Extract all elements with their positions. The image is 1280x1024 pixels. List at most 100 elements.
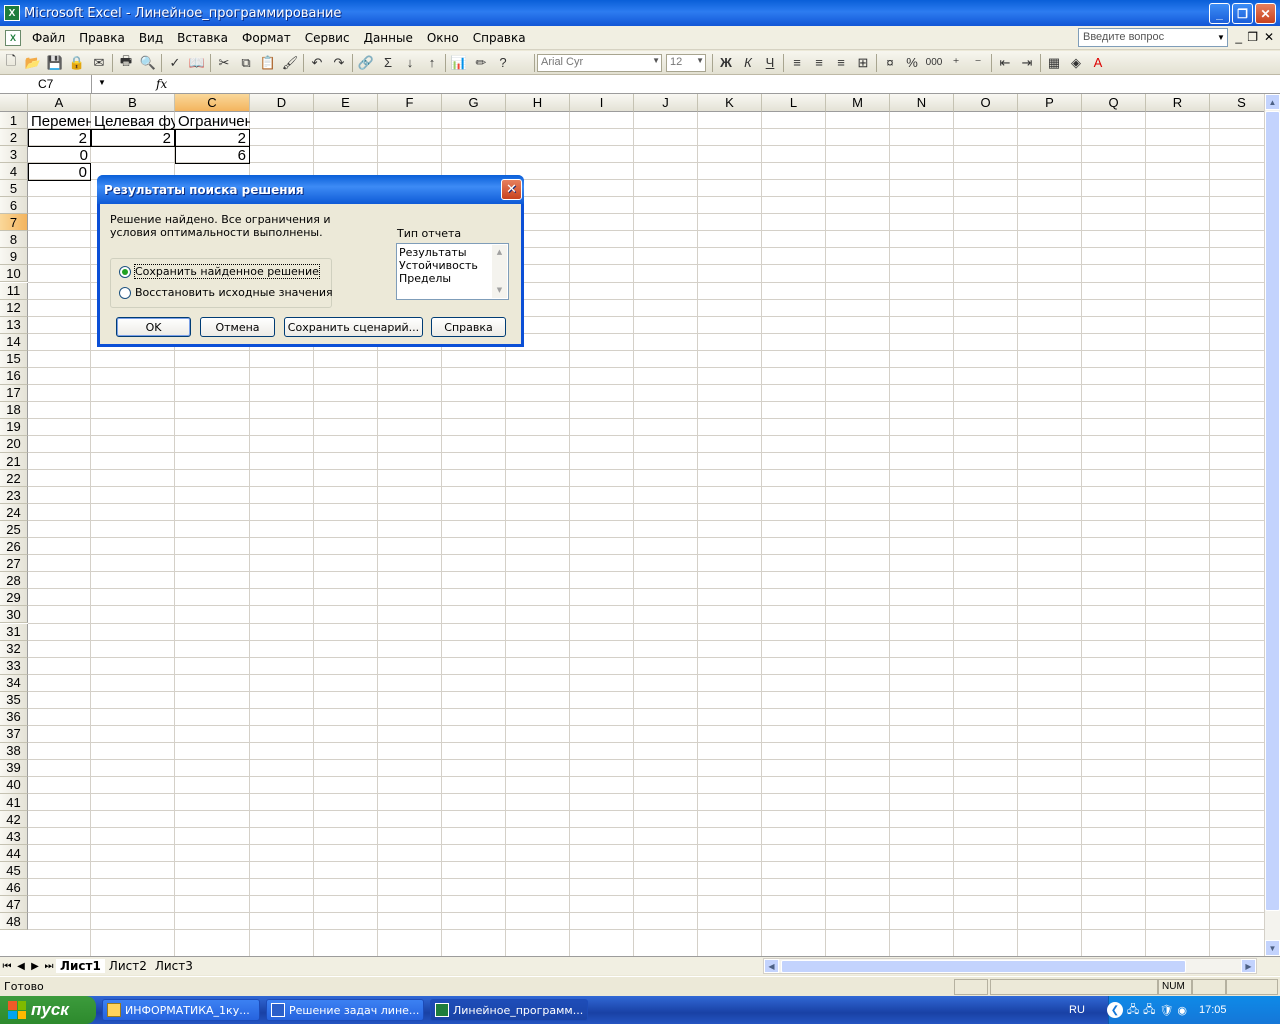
horizontal-scrollbar[interactable]: ◀ ▶ [763, 958, 1257, 974]
doc-minimize-button[interactable]: _ [1235, 30, 1242, 44]
scroll-left-icon[interactable]: ◀ [764, 959, 779, 973]
row-header-26[interactable]: 26 [0, 538, 28, 556]
prev-sheet-icon[interactable]: ◀ [14, 961, 28, 972]
sheet-tab-1[interactable]: Лист1 [56, 959, 105, 973]
column-header-a[interactable]: A [28, 94, 91, 112]
row-header-11[interactable]: 11 [0, 282, 28, 300]
help-button[interactable]: Справка [431, 317, 506, 337]
menu-view[interactable]: Вид [132, 31, 170, 45]
row-header-18[interactable]: 18 [0, 401, 28, 419]
keep-solution-label[interactable]: Сохранить найденное решение [134, 264, 320, 279]
currency-icon[interactable]: ¤ [879, 53, 901, 73]
menu-edit[interactable]: Правка [72, 31, 132, 45]
row-header-31[interactable]: 31 [0, 623, 28, 641]
task-folder[interactable]: ИНФОРМАТИКА_1ку... [102, 999, 260, 1021]
row-header-32[interactable]: 32 [0, 640, 28, 658]
column-header-h[interactable]: H [506, 94, 570, 112]
menu-file[interactable]: Файл [25, 31, 72, 45]
column-header-o[interactable]: O [954, 94, 1018, 112]
row-header-25[interactable]: 25 [0, 521, 28, 539]
select-all-corner[interactable] [0, 94, 28, 112]
menu-format[interactable]: Формат [235, 31, 298, 45]
save-scenario-button[interactable]: Сохранить сценарий... [284, 317, 423, 337]
increase-decimal-icon[interactable]: ⁺ [945, 53, 967, 73]
row-header-20[interactable]: 20 [0, 435, 28, 453]
mail-icon[interactable]: ✉ [88, 53, 110, 73]
row-header-9[interactable]: 9 [0, 248, 28, 266]
copy-icon[interactable]: ⧉ [235, 53, 257, 73]
menu-insert[interactable]: Вставка [170, 31, 235, 45]
menu-help[interactable]: Справка [466, 31, 533, 45]
underline-button[interactable]: Ч [759, 53, 781, 73]
print-preview-icon[interactable]: 🔍 [137, 53, 159, 73]
radio-button[interactable] [119, 286, 131, 299]
column-header-d[interactable]: D [250, 94, 314, 112]
bold-button[interactable]: Ж [715, 53, 737, 73]
chevron-down-icon[interactable]: ▼ [652, 56, 660, 65]
row-header-12[interactable]: 12 [0, 299, 28, 317]
column-header-m[interactable]: M [826, 94, 890, 112]
chevron-down-icon[interactable]: ▼ [696, 56, 704, 65]
paste-icon[interactable]: 📋 [257, 53, 279, 73]
row-header-34[interactable]: 34 [0, 674, 28, 692]
row-header-19[interactable]: 19 [0, 418, 28, 436]
cut-icon[interactable]: ✂ [213, 53, 235, 73]
fx-icon[interactable]: fx [156, 77, 167, 91]
row-header-38[interactable]: 38 [0, 742, 28, 760]
align-left-icon[interactable]: ≡ [786, 53, 808, 73]
doc-close-button[interactable]: ✕ [1264, 30, 1274, 44]
sheet-tab-3[interactable]: Лист3 [151, 959, 197, 973]
antivirus-icon[interactable]: ◉ [1177, 1004, 1187, 1017]
first-sheet-icon[interactable]: ⏮ [0, 961, 14, 972]
cell-b2[interactable]: 2 [91, 129, 175, 148]
thousands-button[interactable]: 000 [923, 53, 945, 73]
minimize-button[interactable]: _ [1209, 3, 1230, 24]
tray-expand-icon[interactable]: ❮ [1106, 1002, 1123, 1018]
maximize-button[interactable]: ❐ [1232, 3, 1253, 24]
keep-solution-radio[interactable]: Сохранить найденное решение [119, 264, 320, 279]
redo-icon[interactable]: ↷ [328, 53, 350, 73]
row-header-35[interactable]: 35 [0, 691, 28, 709]
row-header-21[interactable]: 21 [0, 453, 28, 471]
vertical-scrollbar[interactable]: ▲ ▼ [1264, 94, 1280, 956]
column-header-g[interactable]: G [442, 94, 506, 112]
align-right-icon[interactable]: ≡ [830, 53, 852, 73]
row-header-29[interactable]: 29 [0, 589, 28, 607]
doc-restore-button[interactable]: ❐ [1247, 30, 1258, 44]
italic-button[interactable]: К [737, 53, 759, 73]
report-type-list[interactable]: Результаты Устойчивость Пределы ▲ ▼ [396, 243, 509, 300]
row-header-48[interactable]: 48 [0, 913, 28, 931]
chart-wizard-icon[interactable]: 📊 [448, 53, 470, 73]
row-header-36[interactable]: 36 [0, 708, 28, 726]
radio-button[interactable] [119, 265, 131, 278]
fill-color-icon[interactable]: ◈ [1065, 53, 1087, 73]
format-painter-icon[interactable]: 🖌 [279, 53, 301, 73]
font-color-icon[interactable]: A [1087, 53, 1109, 73]
row-header-5[interactable]: 5 [0, 180, 28, 198]
save-icon[interactable]: 💾 [44, 53, 66, 73]
cell-c2[interactable]: 2 [175, 129, 250, 148]
row-header-37[interactable]: 37 [0, 725, 28, 743]
row-header-8[interactable]: 8 [0, 231, 28, 249]
column-header-n[interactable]: N [890, 94, 954, 112]
row-header-46[interactable]: 46 [0, 879, 28, 897]
last-sheet-icon[interactable]: ⏭ [42, 961, 56, 972]
scroll-right-icon[interactable]: ▶ [1241, 959, 1256, 973]
close-button[interactable]: ✕ [1255, 3, 1276, 24]
sort-desc-icon[interactable]: ↑ [421, 53, 443, 73]
report-item-results[interactable]: Результаты [399, 246, 506, 259]
ok-button[interactable]: OK [116, 317, 191, 337]
row-header-10[interactable]: 10 [0, 265, 28, 283]
row-header-30[interactable]: 30 [0, 606, 28, 624]
column-header-l[interactable]: L [762, 94, 826, 112]
decrease-decimal-icon[interactable]: ⁻ [967, 53, 989, 73]
column-header-c[interactable]: C [175, 94, 250, 112]
next-sheet-icon[interactable]: ▶ [28, 961, 42, 972]
column-header-p[interactable]: P [1018, 94, 1082, 112]
cell-b1[interactable]: Целевая функция [91, 112, 175, 130]
sort-asc-icon[interactable]: ↓ [399, 53, 421, 73]
row-header-6[interactable]: 6 [0, 197, 28, 215]
row-header-28[interactable]: 28 [0, 572, 28, 590]
undo-icon[interactable]: ↶ [306, 53, 328, 73]
column-header-f[interactable]: F [378, 94, 442, 112]
